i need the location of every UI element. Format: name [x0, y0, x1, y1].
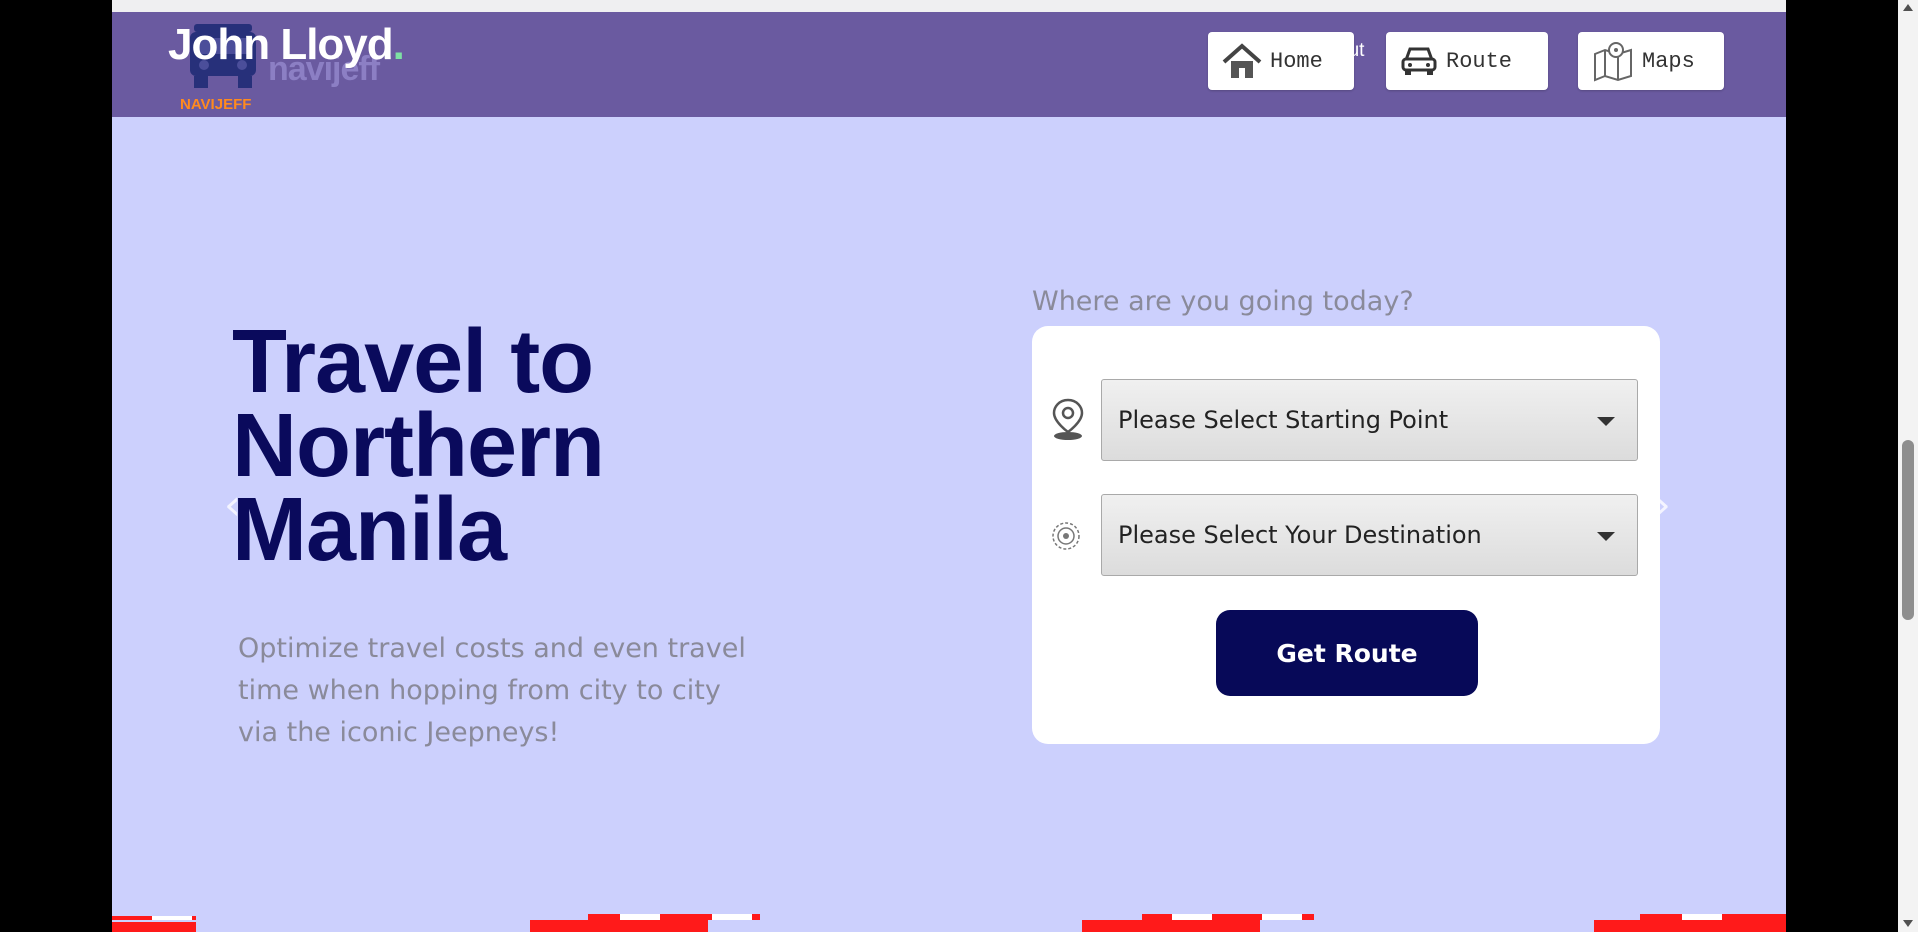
page: navijeff NAVIJEFF John Lloyd. out Home R… [112, 0, 1786, 932]
top-strip [112, 0, 1786, 12]
scrollbar-thumb[interactable] [1902, 440, 1914, 620]
location-pin-icon [1052, 398, 1084, 440]
route-form-card: Please Select Starting Point Please Sele… [1032, 326, 1660, 744]
logo-text: NAVIJEFF [180, 96, 252, 113]
get-route-button[interactable]: Get Route [1216, 610, 1478, 696]
brand-dot: . [392, 20, 405, 69]
jeepney-row-decoration [112, 914, 1786, 932]
form-caption: Where are you going today? [1032, 286, 1414, 317]
destination-select[interactable]: Please Select Your Destination [1101, 494, 1638, 576]
hero-title-line-3: Manila [232, 480, 507, 580]
chevron-down-icon [1597, 417, 1615, 426]
destination-value: Please Select Your Destination [1118, 521, 1482, 549]
route-button[interactable]: Route [1386, 32, 1548, 90]
carousel-prev-button[interactable]: ‹ [224, 484, 241, 526]
brand-name-text: John Lloyd [168, 20, 394, 69]
navbar: navijeff NAVIJEFF John Lloyd. out Home R… [112, 12, 1786, 117]
starting-point-select[interactable]: Please Select Starting Point [1101, 379, 1638, 461]
starting-point-value: Please Select Starting Point [1118, 406, 1449, 434]
home-label: Home [1270, 48, 1323, 74]
map-icon [1594, 42, 1632, 82]
maps-label: Maps [1642, 48, 1695, 74]
brand-name[interactable]: John Lloyd. [168, 20, 405, 70]
maps-button[interactable]: Maps [1578, 32, 1724, 90]
car-icon [1401, 47, 1437, 75]
scroll-down-arrow-icon[interactable] [1903, 920, 1913, 927]
chevron-down-icon [1597, 532, 1615, 541]
vertical-scrollbar[interactable] [1898, 0, 1918, 932]
home-button[interactable]: Home [1208, 32, 1354, 90]
target-icon [1052, 522, 1080, 550]
house-icon [1222, 43, 1262, 78]
hero-title: Travel to Northern Manila [232, 317, 832, 575]
route-label: Route [1446, 48, 1513, 74]
scroll-up-arrow-icon[interactable] [1903, 4, 1913, 11]
hero-subtitle: Optimize travel costs and even travel ti… [238, 633, 746, 748]
